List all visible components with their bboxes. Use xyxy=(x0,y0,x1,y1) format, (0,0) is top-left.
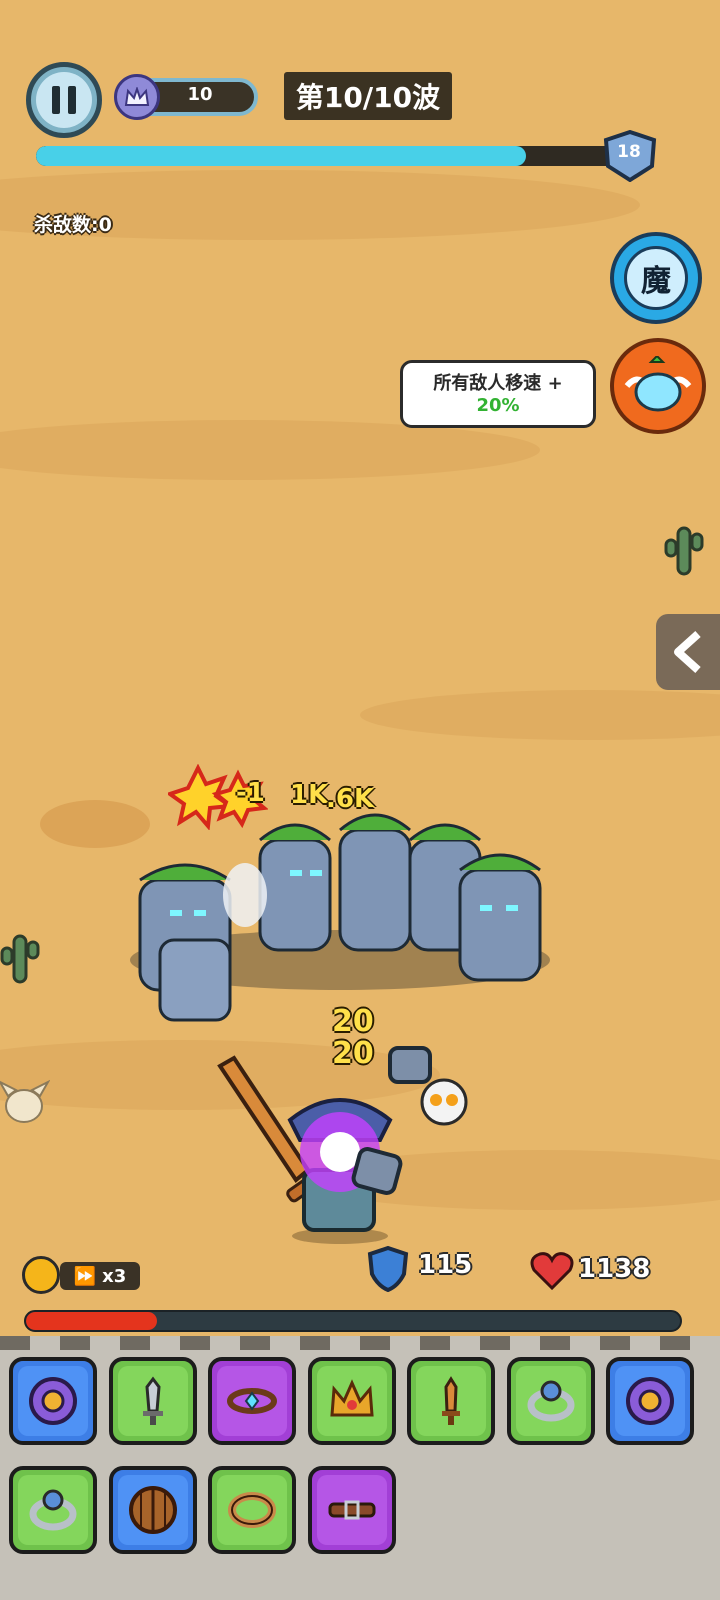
inventory-slot-frame xyxy=(217,1366,287,1436)
cactus-icon xyxy=(664,526,704,576)
hit-number: 20 xyxy=(332,1004,374,1039)
inventory-slot[interactable] xyxy=(208,1466,296,1554)
hero-character xyxy=(217,1046,468,1244)
inventory-slot[interactable] xyxy=(307,1357,396,1445)
inventory-slot[interactable] xyxy=(407,1357,495,1445)
inventory-slot[interactable] xyxy=(506,1357,595,1445)
inventory-slot-frame xyxy=(316,1475,387,1545)
shield-icon xyxy=(367,1246,409,1292)
wave-progress-bar xyxy=(36,146,626,166)
gold-crown-icon xyxy=(329,1379,374,1417)
magic-upgrade-button[interactable]: 魔 xyxy=(610,232,702,324)
heart-icon xyxy=(530,1252,574,1290)
inventory-slot-frame xyxy=(18,1475,88,1545)
game-speed-button[interactable]: ⏩ x3 xyxy=(60,1262,140,1290)
inventory-slot[interactable] xyxy=(307,1466,396,1554)
iron-sword-icon xyxy=(142,1376,163,1425)
inventory-slot[interactable] xyxy=(9,1357,97,1445)
damage-text: -1 xyxy=(236,778,265,808)
inventory-slot[interactable] xyxy=(208,1357,296,1445)
inventory-slot-frame xyxy=(117,1475,188,1545)
damage-text: 1K xyxy=(290,780,329,810)
damage-text: .6K xyxy=(326,784,375,814)
speed-label: x3 xyxy=(102,1265,127,1287)
purple-shield-icon xyxy=(626,1377,674,1425)
health-bar-fill xyxy=(26,1312,157,1330)
health-value: 1138 xyxy=(578,1254,651,1284)
inventory-slot[interactable] xyxy=(108,1466,197,1554)
cactus-icon xyxy=(0,934,40,984)
timer-icon xyxy=(22,1256,60,1294)
wave-progress-fill xyxy=(36,146,526,166)
inventory-slot-frame xyxy=(416,1366,486,1436)
kill-counter: 杀敌数:0 xyxy=(34,214,112,236)
winged-slime-icon xyxy=(624,356,692,412)
chevron-left-icon xyxy=(674,631,701,673)
pause-button[interactable] xyxy=(26,62,102,138)
player-level: 18 xyxy=(617,142,641,162)
wooden-sword-icon xyxy=(442,1376,460,1425)
inventory-slot[interactable] xyxy=(108,1357,197,1445)
bronze-ring-icon xyxy=(228,1492,276,1528)
buff-tooltip: 所有敌人移速 + 20% xyxy=(400,360,596,428)
silver-ring-icon xyxy=(29,1489,77,1531)
leather-belt-icon xyxy=(328,1500,375,1520)
inventory-slot-frame xyxy=(18,1366,88,1436)
pause-icon xyxy=(36,72,92,128)
shield-value: 115 xyxy=(418,1250,473,1280)
side-panel-toggle[interactable] xyxy=(656,614,720,690)
inventory-slot-frame xyxy=(515,1366,586,1436)
inventory-slot[interactable] xyxy=(9,1466,97,1554)
buff-text: 所有敌人移速 + xyxy=(433,373,563,394)
crown-count: 10 xyxy=(187,84,213,105)
fast-forward-icon: ⏩ xyxy=(73,1265,97,1287)
crown-icon xyxy=(114,74,160,120)
skull-icon xyxy=(0,1079,50,1123)
inventory-slot-frame xyxy=(117,1366,188,1436)
enemy-speed-buff-button[interactable] xyxy=(610,338,706,434)
wave-indicator: 第10/10波 xyxy=(284,72,452,120)
purple-shield-icon xyxy=(29,1377,77,1425)
inventory-slot[interactable] xyxy=(606,1357,694,1445)
battlefield: -1 1K .6K 20 20 xyxy=(0,0,720,1365)
wooden-shield-icon xyxy=(128,1486,177,1534)
silver-ring-icon xyxy=(527,1380,574,1422)
magic-label: 魔 xyxy=(624,246,688,310)
inventory-slot-frame xyxy=(316,1366,387,1436)
inventory-slot-frame xyxy=(217,1475,287,1545)
health-bar xyxy=(24,1310,682,1332)
buff-value: 20% xyxy=(476,395,520,416)
gem-belt-icon xyxy=(227,1388,277,1414)
inventory-slot-frame xyxy=(615,1366,685,1436)
